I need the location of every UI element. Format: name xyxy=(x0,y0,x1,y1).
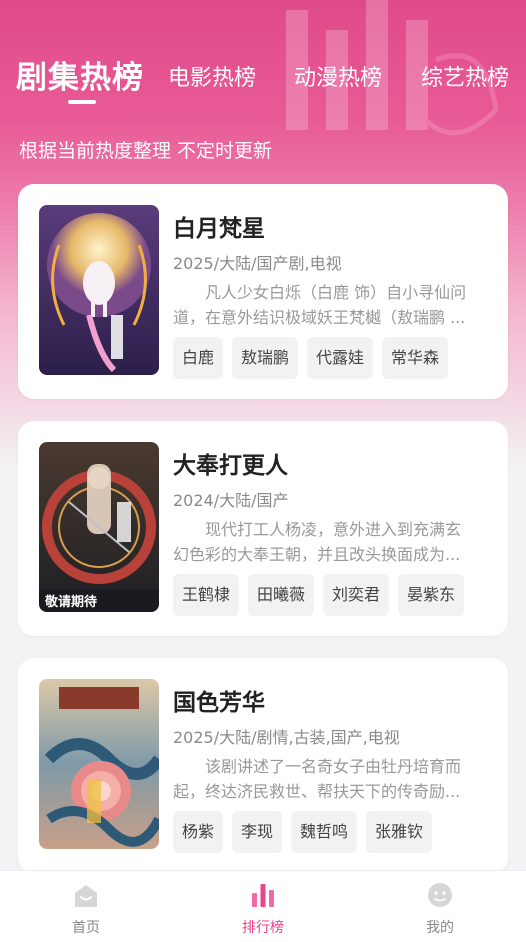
cast-tag[interactable]: 田曦薇 xyxy=(248,574,315,616)
description-line: 现代打工人杨凌，意外进入到充满玄 xyxy=(205,520,462,539)
description-line: 幻色彩的大奉王朝，并且改头换面成为... xyxy=(173,545,461,564)
nav-label: 排行榜 xyxy=(242,920,284,936)
tab-anime-ranking[interactable]: 动漫热榜 xyxy=(294,60,382,92)
nav-ranking[interactable]: 排行榜 xyxy=(203,871,323,942)
nav-home[interactable]: 首页 xyxy=(26,871,146,942)
tab-drama-ranking[interactable]: 剧集热榜 xyxy=(16,52,144,97)
tab-movie-ranking[interactable]: 电影热榜 xyxy=(168,60,256,92)
cast-tag[interactable]: 常华森 xyxy=(382,337,449,379)
drama-description: 该剧讲述了一名奇女子由牡丹培育而 起，终达济民救世、帮扶天下的传奇励... xyxy=(173,754,488,804)
nav-label: 首页 xyxy=(72,920,100,936)
ranking-page: 剧集热榜 电影热榜 动漫热榜 综艺热榜 根据当前热度整理 不定时更新 白月梵星 … xyxy=(0,0,526,942)
cast-tags: 王鹤棣 田曦薇 刘奕君 晏紫东 xyxy=(173,574,465,616)
active-tab-indicator xyxy=(68,100,96,104)
cast-tag[interactable]: 王鹤棣 xyxy=(173,574,240,616)
profile-icon xyxy=(428,883,452,907)
cast-tag[interactable]: 魏哲鸣 xyxy=(291,811,358,853)
cast-tag[interactable]: 杨紫 xyxy=(173,811,224,853)
description-line: 道，在意外结识极域妖王梵樾（敖瑞鹏 ... xyxy=(173,308,466,327)
description-line: 凡人少女白烁（白鹿 饰）自小寻仙问 xyxy=(205,283,467,302)
cast-tag[interactable]: 白鹿 xyxy=(173,337,224,379)
description-line: 该剧讲述了一名奇女子由牡丹培育而 xyxy=(205,757,462,776)
drama-card[interactable]: 国色芳华 2025/大陆/剧情,古装,国产,电视 该剧讲述了一名奇女子由牡丹培育… xyxy=(18,658,508,873)
cast-tags: 杨紫 李现 魏哲鸣 张雅钦 xyxy=(173,811,433,853)
cast-tag[interactable]: 代露娃 xyxy=(307,337,374,379)
cast-tag[interactable]: 李现 xyxy=(232,811,283,853)
cast-tags: 白鹿 敖瑞鹏 代露娃 常华森 xyxy=(173,337,449,379)
home-icon xyxy=(75,885,97,907)
description-line: 起，终达济民救世、帮扶天下的传奇励... xyxy=(173,782,461,801)
drama-description: 现代打工人杨凌，意外进入到充满玄 幻色彩的大奉王朝，并且改头换面成为... xyxy=(173,517,488,567)
tab-variety-ranking[interactable]: 综艺热榜 xyxy=(421,60,509,92)
cast-tag[interactable]: 张雅钦 xyxy=(366,811,433,853)
drama-meta: 2025/大陆/国产剧,电视 xyxy=(173,254,342,273)
nav-profile[interactable]: 我的 xyxy=(380,871,500,942)
drama-title: 大奉打更人 xyxy=(173,453,288,479)
cast-tag[interactable]: 晏紫东 xyxy=(398,574,465,616)
nav-label: 我的 xyxy=(426,920,454,936)
drama-meta: 2025/大陆/剧情,古装,国产,电视 xyxy=(173,728,400,747)
drama-card[interactable]: 白月梵星 2025/大陆/国产剧,电视 凡人少女白烁（白鹿 饰）自小寻仙问 道，… xyxy=(18,184,508,399)
drama-description: 凡人少女白烁（白鹿 饰）自小寻仙问 道，在意外结识极域妖王梵樾（敖瑞鹏 ... xyxy=(173,280,488,330)
poster-image: 敬请期待 xyxy=(39,442,159,612)
poster-caption: 敬请期待 xyxy=(44,594,97,610)
cast-tag[interactable]: 敖瑞鹏 xyxy=(232,337,299,379)
drama-meta: 2024/大陆/国产 xyxy=(173,491,289,510)
chart-icon xyxy=(252,884,274,907)
ranking-subtitle: 根据当前热度整理 不定时更新 xyxy=(19,140,273,162)
poster-image xyxy=(39,205,159,375)
drama-title: 白月梵星 xyxy=(173,216,265,242)
bottom-navigation: 首页 排行榜 我的 xyxy=(0,870,526,942)
drama-title: 国色芳华 xyxy=(173,690,265,716)
drama-card[interactable]: 敬请期待 大奉打更人 2024/大陆/国产 现代打工人杨凌，意外进入到充满玄 幻… xyxy=(18,421,508,636)
cast-tag[interactable]: 刘奕君 xyxy=(323,574,390,616)
poster-image xyxy=(39,679,159,849)
